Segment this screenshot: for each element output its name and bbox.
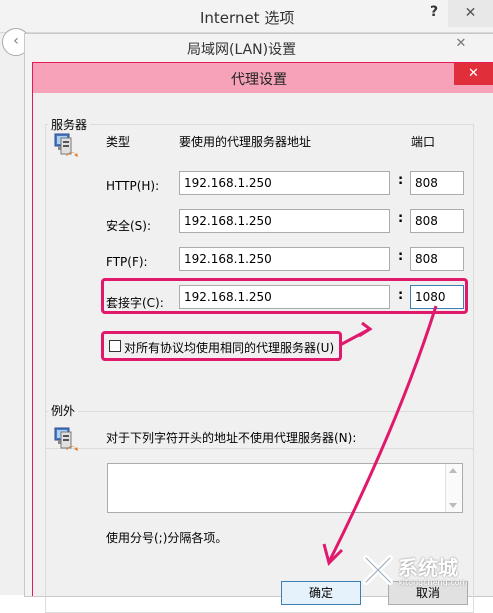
annotation-arrowhead-upper <box>358 321 373 338</box>
annotation-arrows <box>322 305 438 566</box>
watermark-brand: 系统城 <box>398 556 458 580</box>
watermark-url: xitongcheng.com <box>398 578 468 587</box>
watermark-logo: 系统城 xitongcheng.com <box>360 548 490 593</box>
watermark-x-icon <box>363 555 393 585</box>
annotation-arrow-to-ok <box>328 305 438 561</box>
